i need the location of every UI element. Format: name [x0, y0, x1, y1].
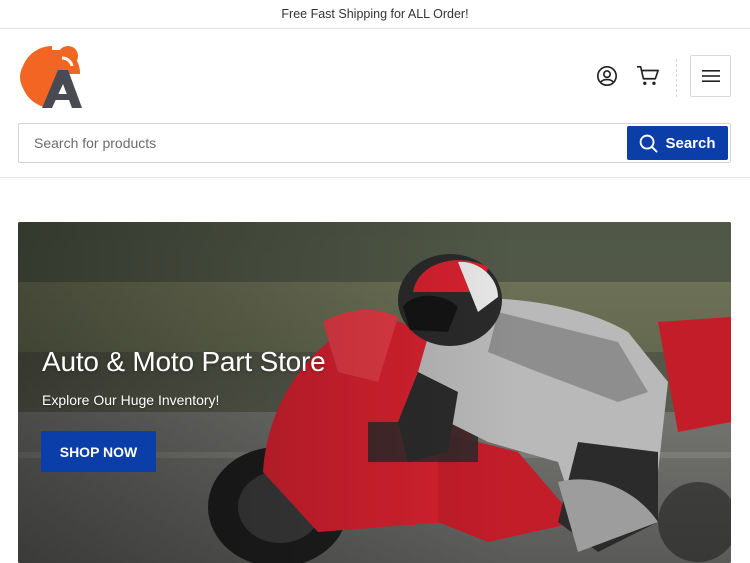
cart-icon	[637, 66, 659, 85]
search-icon	[640, 134, 658, 153]
logo-mark-icon	[20, 46, 82, 108]
menu-button[interactable]	[690, 55, 731, 97]
shop-now-button[interactable]: SHOP NOW	[41, 431, 156, 472]
search-button-label: Search	[665, 134, 716, 152]
user-circle-icon	[597, 66, 617, 86]
search-button[interactable]: Search	[627, 126, 728, 160]
hero-subtitle: Explore Our Huge Inventory!	[42, 392, 220, 408]
search-bar: Search	[18, 123, 731, 163]
search-input[interactable]	[19, 124, 624, 162]
announcement-bar: Free Fast Shipping for ALL Order!	[0, 0, 750, 29]
site-header: Search	[0, 29, 750, 178]
cart-button[interactable]	[634, 63, 662, 89]
hero-title: Auto & Moto Part Store	[42, 346, 326, 377]
header-divider	[676, 59, 677, 97]
account-button[interactable]	[594, 63, 620, 89]
announcement-text: Free Fast Shipping for ALL Order!	[281, 7, 469, 21]
site-logo[interactable]	[18, 44, 86, 110]
hero-banner: Auto & Moto Part Store Explore Our Huge …	[18, 222, 731, 563]
hamburger-menu-icon	[701, 70, 720, 82]
